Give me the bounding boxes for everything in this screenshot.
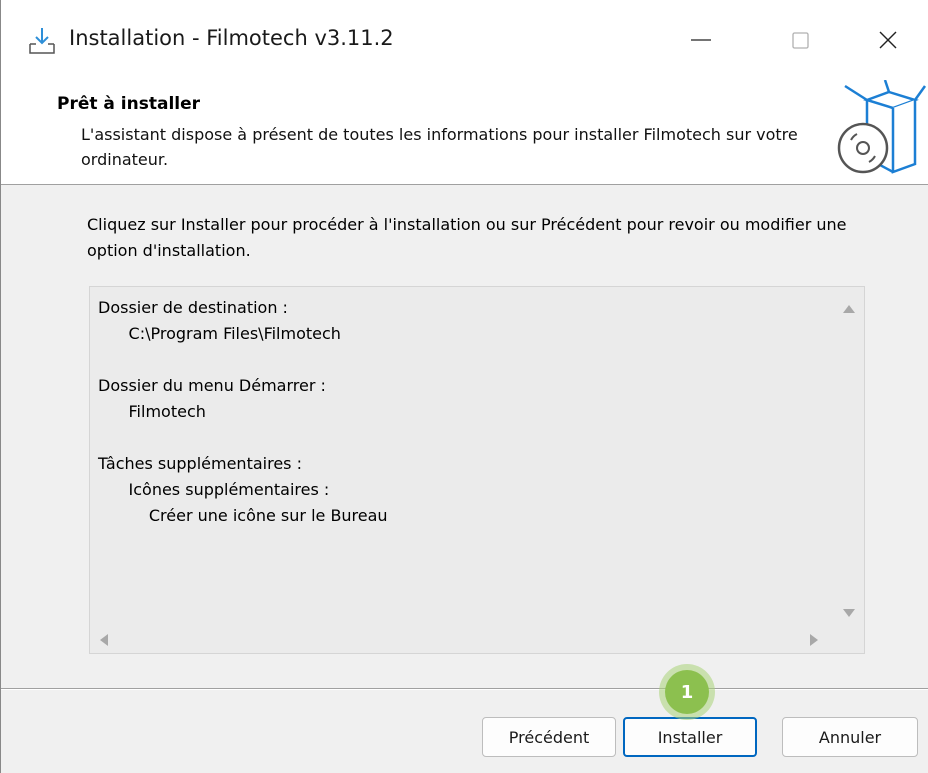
window-title: Installation - Filmotech v3.11.2 (69, 26, 394, 50)
summary-line: Dossier du menu Démarrer : (98, 376, 326, 395)
vertical-scrollbar[interactable] (834, 287, 864, 627)
minimize-icon[interactable] (681, 20, 721, 60)
step-number: 1 (665, 670, 709, 714)
summary-line: Filmotech (98, 402, 206, 421)
summary-line (98, 425, 818, 451)
scroll-right-icon[interactable] (810, 634, 818, 646)
maximize-icon[interactable] (781, 20, 821, 60)
button-separator (1, 688, 928, 690)
install-button[interactable]: Installer (623, 717, 757, 757)
cancel-button[interactable]: Annuler (782, 717, 918, 757)
close-icon[interactable] (869, 20, 909, 60)
title-bar[interactable]: Installation - Filmotech v3.11.2 (1, 0, 928, 80)
instruction-text: Cliquez sur Installer pour procéder à l'… (87, 215, 847, 260)
scroll-up-icon[interactable] (843, 305, 855, 313)
installer-window: Installation - Filmotech v3.11.2 Prêt à … (0, 0, 928, 773)
summary-content: Dossier de destination : C:\Program File… (98, 295, 818, 529)
wizard-header: Prêt à installer L'assistant dispose à p… (1, 80, 928, 185)
summary-line: Créer une icône sur le Bureau (98, 506, 388, 525)
summary-line: Tâches supplémentaires : (98, 454, 302, 473)
summary-line: Dossier de destination : (98, 298, 288, 317)
horizontal-scrollbar[interactable] (90, 627, 836, 653)
summary-memo[interactable]: Dossier de destination : C:\Program File… (89, 286, 865, 654)
scrollbar-corner (834, 627, 864, 653)
summary-line (98, 347, 818, 373)
summary-line: Icônes supplémentaires : (98, 480, 330, 499)
previous-button[interactable]: Précédent (482, 717, 616, 757)
summary-line: C:\Program Files\Filmotech (98, 324, 341, 343)
page-title: Prêt à installer (57, 94, 201, 114)
page-description: L'assistant dispose à présent de toutes … (81, 125, 798, 169)
scroll-down-icon[interactable] (843, 609, 855, 617)
step-marker: 1 (659, 664, 715, 720)
software-box-cd-icon (837, 80, 927, 174)
download-install-icon (29, 28, 55, 54)
scroll-left-icon[interactable] (100, 634, 108, 646)
